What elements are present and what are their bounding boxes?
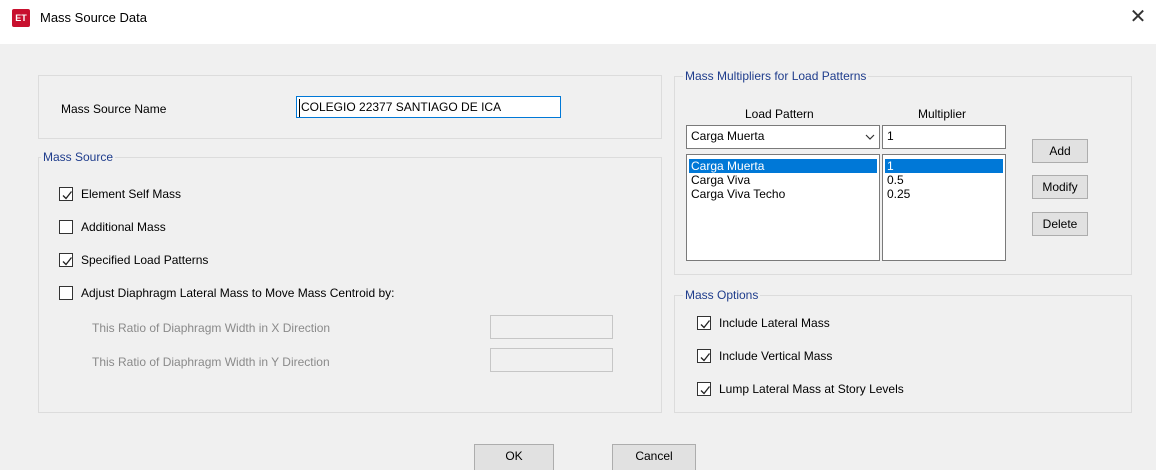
mass-multipliers-legend: Mass Multipliers for Load Patterns <box>683 69 869 83</box>
ratio-y-label: This Ratio of Diaphragm Width in Y Direc… <box>92 355 330 369</box>
modify-button[interactable]: Modify <box>1032 175 1088 199</box>
multiplier-list[interactable]: 1 0.5 0.25 <box>882 154 1006 261</box>
list-item[interactable]: 0.25 <box>885 187 1003 201</box>
delete-button[interactable]: Delete <box>1032 212 1088 236</box>
mass-options-legend: Mass Options <box>683 288 761 302</box>
list-item[interactable]: 0.5 <box>885 173 1003 187</box>
load-pattern-dropdown[interactable]: Carga Muerta <box>686 125 880 149</box>
multiplier-input[interactable]: 1 <box>882 125 1006 149</box>
additional-mass-label: Additional Mass <box>81 220 166 234</box>
check-icon <box>700 320 711 329</box>
mass-source-name-label: Mass Source Name <box>61 102 167 116</box>
element-self-mass-label: Element Self Mass <box>81 187 182 201</box>
window-title: Mass Source Data <box>40 10 147 25</box>
include-vertical-mass-checkbox[interactable] <box>697 349 711 363</box>
include-vertical-mass-label: Include Vertical Mass <box>719 349 833 363</box>
load-pattern-dropdown-value: Carga Muerta <box>691 129 765 143</box>
list-item[interactable]: Carga Viva <box>689 173 877 187</box>
additional-mass-checkbox[interactable] <box>59 220 73 234</box>
ratio-y-input[interactable] <box>490 348 613 372</box>
include-lateral-mass-checkbox[interactable] <box>697 316 711 330</box>
check-icon <box>700 386 711 395</box>
list-item[interactable]: Carga Muerta <box>689 159 877 173</box>
text-cursor <box>299 99 300 117</box>
specified-load-patterns-checkbox[interactable] <box>59 253 73 267</box>
check-icon <box>62 191 73 200</box>
element-self-mass-checkbox[interactable] <box>59 187 73 201</box>
load-pattern-header: Load Pattern <box>745 107 814 121</box>
mass-source-legend: Mass Source <box>41 150 116 164</box>
list-item[interactable]: 1 <box>885 159 1003 173</box>
ratio-x-input[interactable] <box>490 315 613 339</box>
add-button[interactable]: Add <box>1032 139 1088 163</box>
chevron-down-icon <box>865 134 875 140</box>
adjust-diaphragm-checkbox[interactable] <box>59 286 73 300</box>
list-item[interactable]: Carga Viva Techo <box>689 187 877 201</box>
specified-load-patterns-label: Specified Load Patterns <box>81 253 209 267</box>
lump-lateral-mass-label: Lump Lateral Mass at Story Levels <box>719 382 904 396</box>
close-icon[interactable]: ✕ <box>1126 6 1150 30</box>
load-pattern-list[interactable]: Carga Muerta Carga Viva Carga Viva Techo <box>686 154 880 261</box>
etabs-app-icon: ET <box>12 9 30 27</box>
include-lateral-mass-label: Include Lateral Mass <box>719 316 830 330</box>
ok-button[interactable]: OK <box>474 444 554 470</box>
mass-source-name-input[interactable]: COLEGIO 22377 SANTIAGO DE ICA <box>296 96 561 118</box>
cancel-button[interactable]: Cancel <box>612 444 696 470</box>
check-icon <box>700 353 711 362</box>
lump-lateral-mass-checkbox[interactable] <box>697 382 711 396</box>
title-bar: ET Mass Source Data ✕ <box>0 0 1156 44</box>
ratio-x-label: This Ratio of Diaphragm Width in X Direc… <box>92 321 331 335</box>
check-icon <box>62 257 73 266</box>
adjust-diaphragm-label: Adjust Diaphragm Lateral Mass to Move Ma… <box>81 286 395 300</box>
multiplier-header: Multiplier <box>918 107 967 121</box>
